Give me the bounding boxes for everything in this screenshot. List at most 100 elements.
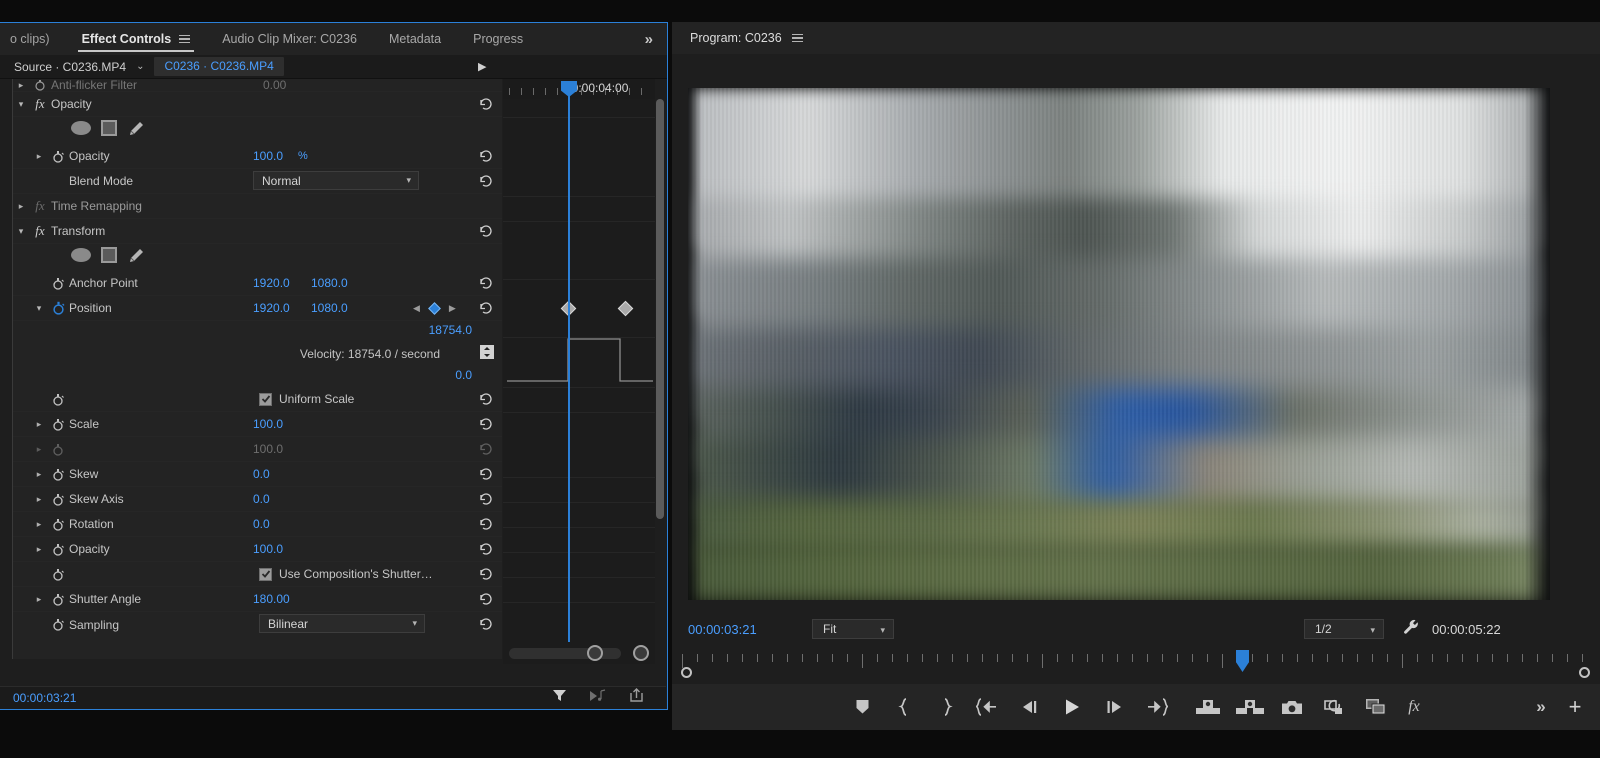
filter-icon[interactable] <box>552 688 567 708</box>
program-monitor-video-frame[interactable] <box>688 88 1550 600</box>
reset-icon[interactable] <box>478 96 494 112</box>
tab-metadata[interactable]: Metadata <box>373 23 457 55</box>
duration-timecode[interactable]: 00:00:05:22 <box>1432 622 1501 637</box>
stopwatch-icon[interactable] <box>29 79 51 91</box>
stopwatch-icon[interactable] <box>47 468 69 481</box>
stopwatch-icon[interactable] <box>47 493 69 506</box>
graph-zoom-handle-left[interactable] <box>587 645 603 661</box>
play-arrow-icon[interactable]: ▶ <box>478 60 486 73</box>
button-editor-button[interactable]: + <box>1558 684 1592 730</box>
program-monitor-playhead[interactable] <box>1236 650 1249 672</box>
clip-name-chip[interactable]: C0236 · C0236.MP4 <box>154 57 283 76</box>
reset-icon[interactable] <box>478 223 494 239</box>
comparison-view-button[interactable] <box>1313 684 1355 730</box>
property-row-skew-axis[interactable]: ▸ Skew Axis 0.0 <box>13 487 502 512</box>
reset-icon[interactable] <box>478 148 494 164</box>
panel-menu-icon[interactable] <box>179 35 190 44</box>
property-row-uniform-scale[interactable]: ▸ Uniform Scale <box>13 387 502 412</box>
chevron-down-icon[interactable]: ⌄ <box>136 61 144 72</box>
graph-scroll-track[interactable] <box>509 648 621 659</box>
zoom-level-dropdown[interactable]: Fit ▾ <box>812 619 894 639</box>
property-value-y[interactable]: 1080.0 <box>311 276 348 290</box>
effects-button[interactable]: fx <box>1397 684 1431 730</box>
graph-zoom-handle-right[interactable] <box>633 645 649 661</box>
disclosure-icon[interactable]: ▸ <box>31 494 47 505</box>
property-value[interactable]: 100.0 <box>253 542 283 556</box>
multicam-button[interactable] <box>1355 684 1397 730</box>
reset-icon[interactable] <box>478 591 494 607</box>
pen-mask-icon[interactable] <box>127 247 145 263</box>
out-point-handle[interactable] <box>1579 667 1590 678</box>
reset-icon[interactable] <box>478 541 494 557</box>
sampling-dropdown[interactable]: Bilinear ▾ <box>259 614 425 633</box>
property-row-anti-flicker[interactable]: ▸ Anti-flicker Filter 0.00 <box>13 79 502 92</box>
uniform-scale-checkbox-row[interactable]: Uniform Scale <box>259 392 354 406</box>
add-keyframe-icon[interactable] <box>428 302 441 315</box>
property-row-skew[interactable]: ▸ Skew 0.0 <box>13 462 502 487</box>
stopwatch-icon[interactable] <box>47 393 69 406</box>
uniform-scale-checkbox[interactable] <box>259 393 272 406</box>
disclosure-icon[interactable]: ▸ <box>31 419 47 430</box>
property-row-position[interactable]: ▾ Position 1920.0 1080.0 ◀ ▶ <box>13 296 502 321</box>
reset-icon[interactable] <box>478 566 494 582</box>
property-value[interactable]: 100.0 <box>253 417 283 431</box>
disclosure-icon[interactable]: ▸ <box>31 469 47 480</box>
property-list-scrollbar[interactable] <box>655 79 665 659</box>
hamburger-menu-icon[interactable] <box>792 34 803 43</box>
tab-effect-controls[interactable]: Effect Controls <box>66 23 207 55</box>
property-row-anchor-point[interactable]: ▸ Anchor Point 1920.0 1080.0 <box>13 271 502 296</box>
stopwatch-icon[interactable] <box>47 418 69 431</box>
property-row-opacity-group[interactable]: ▾ fx Opacity <box>13 92 502 117</box>
go-to-in-button[interactable] <box>967 684 1009 730</box>
stopwatch-icon[interactable] <box>47 518 69 531</box>
property-row-scale[interactable]: ▸ Scale 100.0 <box>13 412 502 437</box>
lift-button[interactable] <box>1187 684 1229 730</box>
tab-progress[interactable]: Progress <box>457 23 539 55</box>
property-row-blend-mode[interactable]: Blend Mode Normal ▾ <box>13 169 502 194</box>
export-frame-button[interactable] <box>1271 684 1313 730</box>
property-row-rotation[interactable]: ▸ Rotation 0.0 <box>13 512 502 537</box>
disclosure-open-icon[interactable]: ▾ <box>13 226 29 237</box>
step-forward-button[interactable] <box>1093 684 1135 730</box>
program-monitor-time-ruler[interactable] <box>682 650 1590 674</box>
reset-icon[interactable] <box>478 173 494 189</box>
blend-mode-dropdown[interactable]: Normal ▾ <box>253 171 419 190</box>
property-value[interactable]: 0.0 <box>253 517 270 531</box>
graph-time-ruler[interactable]: 00:00:04:00 <box>503 79 655 99</box>
property-row-transform-opacity[interactable]: ▸ Opacity 100.0 <box>13 537 502 562</box>
tab-clips[interactable]: o clips) <box>4 23 66 55</box>
more-button[interactable]: » <box>1524 684 1558 730</box>
extract-button[interactable] <box>1229 684 1271 730</box>
disclosure-icon[interactable]: ▸ <box>31 594 47 605</box>
pen-mask-icon[interactable] <box>127 120 145 136</box>
property-value[interactable]: 0.00 <box>263 79 286 92</box>
tab-audio-clip-mixer[interactable]: Audio Clip Mixer: C0236 <box>206 23 373 55</box>
mark-in-button[interactable] <box>883 684 925 730</box>
in-point-handle[interactable] <box>681 667 692 678</box>
export-icon[interactable] <box>629 688 644 708</box>
disclosure-icon[interactable]: ▸ <box>13 201 29 212</box>
reset-icon[interactable] <box>478 616 494 632</box>
disclosure-open-icon[interactable]: ▾ <box>13 99 29 110</box>
mark-out-button[interactable] <box>925 684 967 730</box>
stopwatch-icon[interactable] <box>47 568 69 581</box>
use-composition-shutter-checkbox-row[interactable]: Use Composition's Shutter… <box>259 567 433 581</box>
stopwatch-active-icon[interactable] <box>47 301 69 315</box>
stopwatch-icon[interactable] <box>47 593 69 606</box>
next-keyframe-icon[interactable]: ▶ <box>449 303 456 314</box>
reset-icon[interactable] <box>478 516 494 532</box>
step-back-button[interactable] <box>1009 684 1051 730</box>
stopwatch-icon[interactable] <box>47 543 69 556</box>
reset-icon[interactable] <box>478 300 494 316</box>
reset-icon[interactable] <box>478 275 494 291</box>
playback-timecode[interactable]: 00:00:03:21 <box>688 622 757 637</box>
reset-icon[interactable] <box>478 466 494 482</box>
graph-horizontal-scrollbar[interactable] <box>503 642 655 664</box>
scrollbar-thumb[interactable] <box>656 99 664 519</box>
wrench-icon[interactable] <box>1402 618 1421 642</box>
property-value[interactable]: 0.0 <box>253 492 270 506</box>
ellipse-mask-icon[interactable] <box>71 248 91 262</box>
reset-icon[interactable] <box>478 491 494 507</box>
add-marker-button[interactable] <box>841 684 883 730</box>
stopwatch-icon[interactable] <box>47 150 69 163</box>
